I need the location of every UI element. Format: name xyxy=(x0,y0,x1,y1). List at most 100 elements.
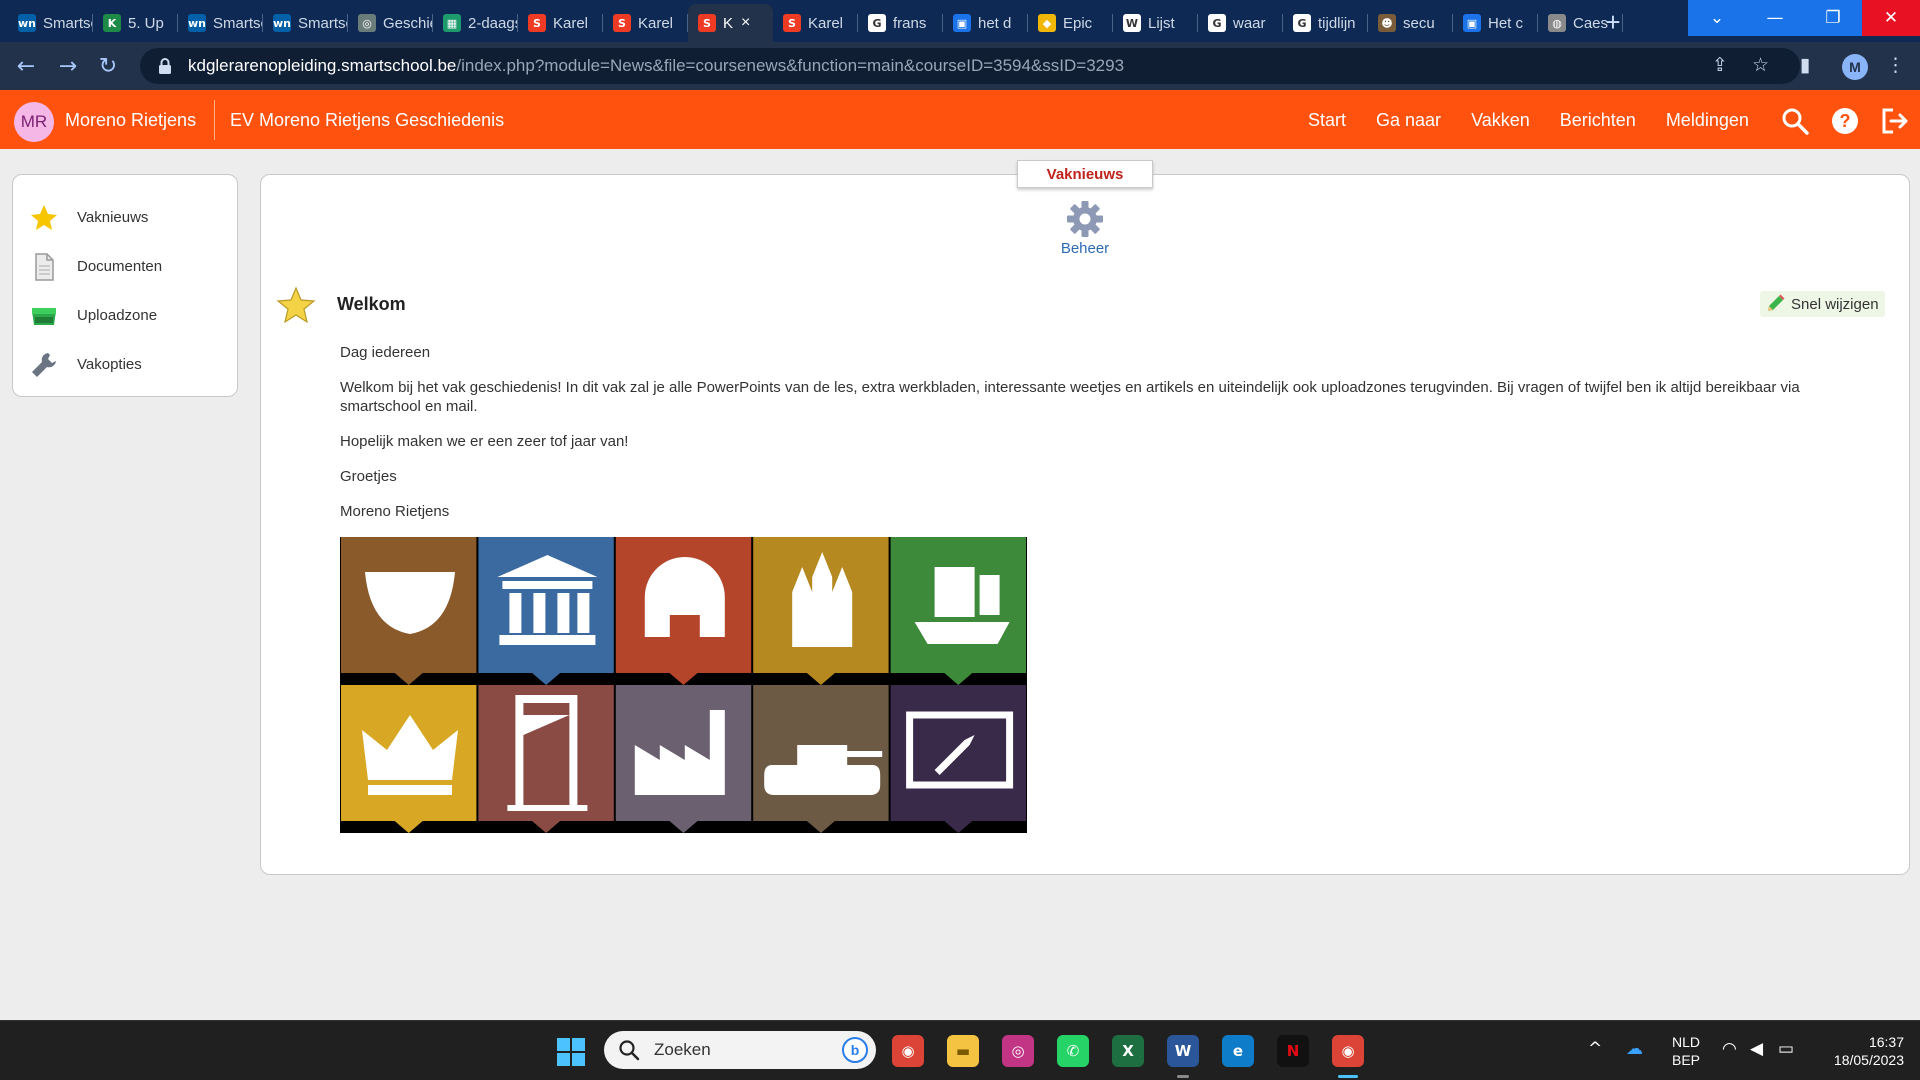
browser-tab[interactable]: S K × xyxy=(688,4,773,42)
close-tab-icon[interactable]: × xyxy=(741,14,750,32)
onedrive-icon[interactable]: ☁ xyxy=(1626,1039,1643,1059)
sidebar-item-vakopties[interactable]: Vakopties xyxy=(13,340,237,389)
nav-meldingen[interactable]: Meldingen xyxy=(1666,110,1749,131)
reload-button[interactable]: ↻ xyxy=(92,50,124,82)
minimize-button[interactable]: — xyxy=(1746,0,1804,36)
forward-button[interactable]: → xyxy=(52,50,84,82)
chrome-app[interactable]: ◉ xyxy=(892,1035,924,1067)
browser-tab[interactable]: Gwaar xyxy=(1198,4,1283,42)
battery-icon[interactable]: ▭ xyxy=(1778,1039,1794,1059)
nav-vakken[interactable]: Vakken xyxy=(1471,110,1530,131)
sidebar-item-uploadzone[interactable]: Uploadzone xyxy=(13,291,237,340)
system-clock[interactable]: 16:37 18/05/2023 xyxy=(1820,1033,1904,1069)
windows-start-icon[interactable] xyxy=(556,1037,586,1067)
openai-icon: ◎ xyxy=(358,14,376,32)
nav-ga-naar[interactable]: Ga naar xyxy=(1376,110,1441,131)
browser-tab[interactable]: W Lijst xyxy=(1113,4,1198,42)
wn-icon: wn xyxy=(188,14,206,32)
temple-icon xyxy=(478,537,614,685)
chrome-profile-app[interactable]: ◉ xyxy=(1332,1035,1364,1067)
browser-tab[interactable]: Gfrans xyxy=(858,4,943,42)
browser-tab[interactable]: S Karel xyxy=(773,4,858,42)
wifi-icon[interactable]: ◠ xyxy=(1722,1039,1737,1059)
tab-title: Het c xyxy=(1488,14,1524,32)
logout-icon[interactable] xyxy=(1879,106,1909,136)
language-label: NLD xyxy=(1672,1034,1701,1050)
course-sidebar: Vaknieuws Documenten Uploadzone Vakoptie… xyxy=(12,174,238,397)
menu-kebab-icon[interactable]: ⋮ xyxy=(1886,54,1905,76)
url-host: kdglerarenopleiding.smartschool.be xyxy=(188,56,457,75)
tab-vaknieuws[interactable]: Vaknieuws xyxy=(1017,160,1153,188)
tab-title: secu xyxy=(1403,14,1435,32)
netflix-app[interactable]: N xyxy=(1277,1035,1309,1067)
wn-icon: wn xyxy=(18,14,36,32)
browser-tab[interactable]: ◆ Epic xyxy=(1028,4,1113,42)
nav-berichten[interactable]: Berichten xyxy=(1560,110,1636,131)
word-app[interactable]: W xyxy=(1167,1035,1199,1067)
browser-tab-strip: wn Smartschool K 5. Up wn Smartschool wn Smarts… xyxy=(0,0,1920,42)
course-title[interactable]: EV Moreno Rietjens Geschiedenis xyxy=(230,110,504,131)
bookmark-star-icon[interactable]: ☆ xyxy=(1752,54,1769,76)
new-tab-button[interactable]: + xyxy=(1596,6,1630,38)
help-icon[interactable]: ? xyxy=(1830,106,1860,136)
manage-button[interactable]: Beheer xyxy=(1040,198,1130,257)
language-indicator[interactable]: NLD BEP xyxy=(1672,1033,1700,1069)
restore-button[interactable]: ❐ xyxy=(1804,0,1862,36)
smartschool-icon: S xyxy=(528,14,546,32)
address-bar: ← → ↻ kdglerarenopleiding.smartschool.be… xyxy=(0,42,1920,90)
smartschool-icon: S xyxy=(613,14,631,32)
browser-tab[interactable]: S Karel xyxy=(603,4,688,42)
post-paragraph: Moreno Rietjens xyxy=(340,503,450,520)
clock-date: 18/05/2023 xyxy=(1833,1052,1904,1068)
tableau-icon: ▦ xyxy=(443,14,461,32)
taskbar-search-input[interactable]: Zoeken b xyxy=(604,1031,876,1069)
window-controls: ⌄ — ❐ ✕ xyxy=(1688,0,1920,36)
search-icon[interactable] xyxy=(1780,106,1810,136)
user-name[interactable]: Moreno Rietjens xyxy=(65,110,196,131)
google-icon: G xyxy=(1293,14,1311,32)
profile-avatar[interactable]: M xyxy=(1842,54,1868,80)
quick-edit-button[interactable]: Snel wijzigen xyxy=(1760,291,1885,317)
share-icon[interactable]: ⇪ xyxy=(1712,54,1728,76)
bing-icon[interactable]: b xyxy=(842,1037,868,1063)
browser-tab[interactable]: S Karel xyxy=(518,4,603,42)
browser-tab[interactable]: wn Smartschool xyxy=(8,4,93,42)
lock-icon[interactable] xyxy=(156,57,174,75)
browser-tab[interactable]: ◎ Geschiedenis xyxy=(348,4,433,42)
browser-tab[interactable]: ▦ 2-daagse xyxy=(433,4,518,42)
browser-tab[interactable]: wn Smartschool xyxy=(178,4,263,42)
tab-title: waar xyxy=(1233,14,1266,32)
sidebar-item-vaknieuws[interactable]: Vaknieuws xyxy=(13,193,237,242)
browser-tab[interactable]: wn Smartschool xyxy=(263,4,348,42)
browser-tab[interactable]: K 5. Up xyxy=(93,4,178,42)
post-star-icon xyxy=(276,286,316,324)
tab-title: K xyxy=(723,14,734,32)
sidebar-item-label: Vakopties xyxy=(77,356,142,373)
browser-tab[interactable]: ▣ Het c xyxy=(1453,4,1538,42)
browser-tab[interactable]: ☻ secu xyxy=(1368,4,1453,42)
url-field[interactable]: kdglerarenopleiding.smartschool.be/index… xyxy=(140,48,1800,84)
side-panel-icon[interactable]: ▮ xyxy=(1800,54,1810,76)
puzzle-icon: ▣ xyxy=(1463,14,1481,32)
back-button[interactable]: ← xyxy=(10,50,42,82)
tab-search-button[interactable]: ⌄ xyxy=(1688,0,1746,36)
active-app-indicator xyxy=(1177,1075,1189,1078)
app-header: MR Moreno Rietjens EV Moreno Rietjens Ge… xyxy=(0,90,1920,149)
chevron-up-icon[interactable]: ^ xyxy=(1588,1039,1602,1059)
instagram-app[interactable]: ◎ xyxy=(1002,1035,1034,1067)
tab-title: Geschiedenis xyxy=(383,14,433,32)
sidebar-item-documenten[interactable]: Documenten xyxy=(13,242,237,291)
file-explorer-app[interactable]: ▬ xyxy=(947,1035,979,1067)
edge-app[interactable]: e xyxy=(1222,1035,1254,1067)
excel-app[interactable]: X xyxy=(1112,1035,1144,1067)
tab-title: Lijst xyxy=(1148,14,1175,32)
whatsapp-app[interactable]: ✆ xyxy=(1057,1035,1089,1067)
user-avatar[interactable]: MR xyxy=(14,102,54,142)
browser-tab[interactable]: Gtijdlijn xyxy=(1283,4,1368,42)
nav-start[interactable]: Start xyxy=(1308,110,1346,131)
upload-tray-icon xyxy=(32,307,56,325)
volume-icon[interactable]: ◀ xyxy=(1750,1039,1763,1059)
sidebar-item-label: Documenten xyxy=(77,258,163,275)
browser-tab[interactable]: ▣ het d xyxy=(943,4,1028,42)
close-window-button[interactable]: ✕ xyxy=(1862,0,1920,36)
